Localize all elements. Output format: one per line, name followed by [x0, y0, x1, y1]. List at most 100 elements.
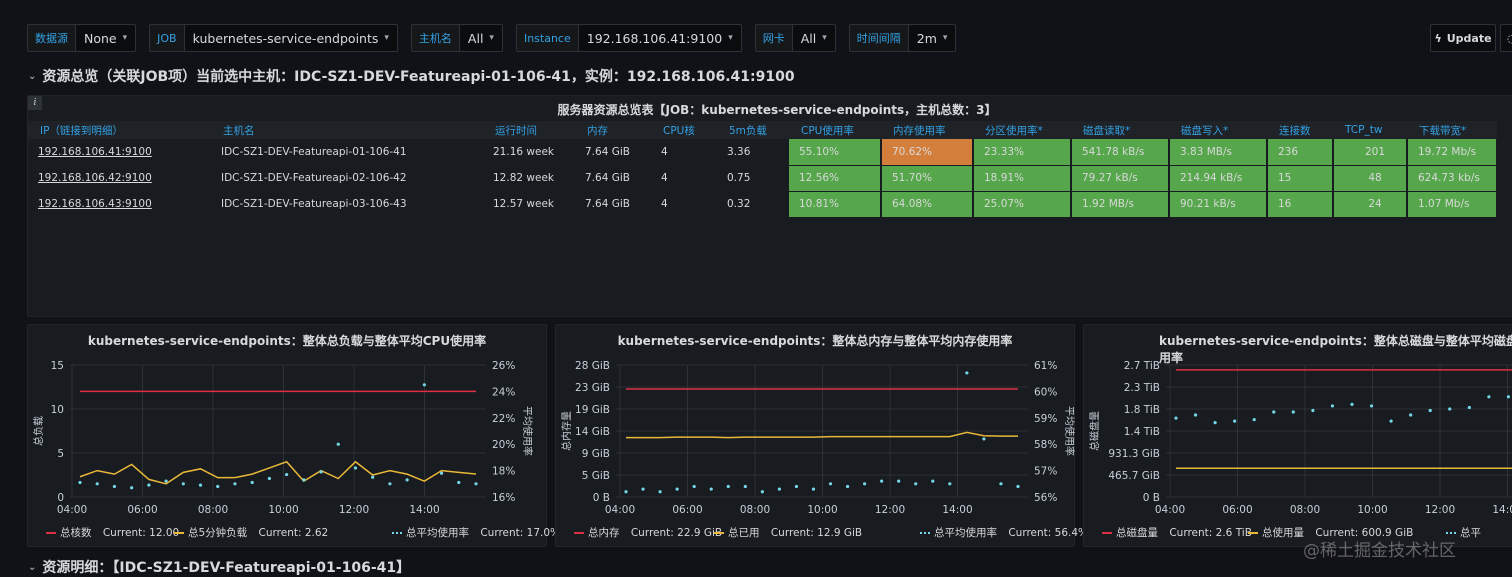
data-point [760, 490, 764, 494]
y2-axis-label: 平均使用率 [521, 406, 534, 456]
y2-axis-label: 平均使用率 [1063, 406, 1076, 456]
legend-item[interactable]: 总磁盘量 Current: 2.6 TiB [1102, 525, 1252, 540]
settings-button[interactable]: ◌ [1500, 24, 1512, 52]
datasource-select[interactable]: None ▾ [76, 24, 137, 52]
interval-select[interactable]: 2m ▾ [908, 24, 957, 52]
info-icon[interactable]: i [28, 96, 42, 110]
column-header[interactable]: 磁盘写入* [1169, 121, 1267, 139]
y2-tick-label: 26% [492, 360, 515, 372]
instance-select[interactable]: 192.168.106.41:9100 ▾ [578, 24, 742, 52]
legend-item[interactable]: 总核数 Current: 12.00 [46, 525, 179, 540]
legend-item[interactable]: 总平均使用率 Current: 56.4% [920, 525, 1088, 540]
chevron-down-icon: ▾ [122, 33, 128, 43]
data-point [371, 475, 375, 479]
cpu-load-chart[interactable]: 15 10 5 0 26% 24% 22% 20% 18% 16% 04:00 06:00 08:00 1… [28, 325, 548, 525]
data-point [267, 476, 271, 481]
table-cell: 3.83 MB/s [1169, 139, 1268, 166]
table-cell: 0.32 [717, 191, 789, 218]
var-job: JOB kubernetes-service-endpoints ▾ [149, 24, 398, 52]
column-header[interactable]: 5m负载 [717, 121, 789, 139]
memory-chart[interactable]: 28 GiB 23 GiB 19 GiB 14 GiB 9 GiB 5 GiB 0 B 61%… [556, 325, 1076, 525]
data-point [1350, 402, 1354, 407]
data-point [112, 484, 117, 489]
data-point [1252, 417, 1256, 422]
y-tick-label: 465.7 GiB [1108, 470, 1160, 482]
panel-title: 服务器资源总览表【JOB：kubernetes-service-endpoint… [557, 103, 997, 117]
update-button[interactable]: ϟ Update [1430, 24, 1496, 52]
table-cell: 4 [651, 139, 717, 166]
table-cell: 1.92 MB/s [1071, 191, 1170, 218]
chevron-down-icon: ⌄ [28, 561, 37, 573]
chevron-down-icon: ⌄ [28, 70, 37, 82]
table-cell: 624.73 kb/s [1407, 165, 1498, 192]
column-header[interactable]: 下载带宽* [1407, 121, 1497, 139]
table-cell: 25.07% [973, 191, 1072, 218]
table-cell: 3.36 [717, 139, 789, 166]
x-tick-label: 10:00 [1357, 504, 1387, 516]
job-select[interactable]: kubernetes-service-endpoints ▾ [184, 24, 398, 52]
data-point [726, 484, 730, 489]
data-point [675, 487, 679, 491]
column-header[interactable]: CPU使用率 [789, 121, 881, 139]
column-header[interactable]: 分区使用率* [973, 121, 1071, 139]
data-point [181, 482, 185, 486]
column-header[interactable]: 运行时间 [483, 121, 575, 139]
table-row: 192.168.106.43:9100 IDC-SZ1-DEV-Featurea… [28, 191, 1498, 218]
chevron-down-icon: ▾ [942, 33, 948, 43]
table-cell: 12.56% [789, 165, 882, 192]
column-header[interactable]: 连接数 [1267, 121, 1333, 139]
x-tick-label: 04:00 [605, 504, 635, 516]
row-header-overview[interactable]: ⌄ 资源总览（关联JOB项）当前选中主机：IDC-SZ1-DEV-Feature… [28, 66, 795, 86]
table-cell: 541.78 kB/s [1071, 139, 1170, 166]
table-cell: 7.64 GiB [575, 139, 651, 166]
legend-item[interactable]: 总平均使用率 Current: 17.0% [392, 525, 560, 540]
column-header[interactable]: 内存使用率 [881, 121, 973, 139]
legend-item[interactable]: 总5分钟负载 Current: 2.62 [174, 525, 328, 540]
y-tick-label: 0 B [593, 492, 610, 504]
data-point [1428, 408, 1432, 413]
hostname-select[interactable]: All ▾ [459, 24, 503, 52]
nic-select[interactable]: All ▾ [792, 24, 836, 52]
ip-link[interactable]: 192.168.106.41:9100 [28, 139, 211, 166]
table-cell: 7.64 GiB [575, 191, 651, 218]
data-point [914, 482, 918, 486]
data-point [1506, 395, 1511, 399]
chart-panel-cpu: kubernetes-service-endpoints：整体总负载与整体平均C… [27, 324, 560, 547]
data-point [1291, 410, 1295, 414]
row-header-detail[interactable]: ⌄ 资源明细：【IDC-SZ1-DEV-Featureapi-01-106-41… [28, 557, 410, 577]
x-tick-label: 14:00 [1492, 504, 1512, 516]
data-point [95, 482, 99, 486]
data-point [1233, 419, 1237, 423]
legend-swatch [1446, 531, 1456, 534]
ip-link[interactable]: 192.168.106.43:9100 [28, 191, 211, 218]
var-label: 主机名 [410, 24, 460, 52]
data-point [78, 480, 82, 485]
var-label: 网卡 [754, 24, 793, 52]
data-point [422, 383, 426, 387]
data-point [216, 484, 220, 489]
legend-item[interactable]: 总内存 Current: 22.9 GiB [574, 525, 722, 540]
column-header[interactable]: 内存 [575, 121, 651, 139]
legend-item[interactable]: 总已用 Current: 12.9 GiB [714, 525, 862, 540]
column-header[interactable]: TCP_tw [1333, 121, 1407, 139]
table-cell: 214.94 kB/s [1169, 165, 1268, 192]
data-point [457, 480, 461, 485]
column-header[interactable]: 主机名 [211, 121, 483, 139]
data-point [1193, 413, 1198, 417]
y2-tick-label: 57% [1034, 466, 1057, 478]
column-header[interactable]: 磁盘读取* [1071, 121, 1169, 139]
table-cell: 48 [1333, 165, 1408, 192]
table-cell: 4 [651, 165, 717, 192]
data-point [1311, 408, 1315, 413]
chart-panel-memory: kubernetes-service-endpoints：整体总内存与整体平均内… [555, 324, 1088, 547]
table-row: 192.168.106.42:9100 IDC-SZ1-DEV-Featurea… [28, 165, 1498, 192]
table-cell: 70.62% [881, 139, 974, 166]
column-header[interactable]: IP（链接到明细） [28, 121, 211, 139]
y-tick-label: 0 [57, 492, 64, 504]
data-point [845, 484, 850, 489]
legend-swatch [1248, 531, 1258, 534]
column-header[interactable]: CPU核 [651, 121, 717, 139]
disk-chart[interactable]: 2.7 TiB 2.3 TiB 1.8 TiB 1.4 TiB 931.3 GiB 465… [1084, 325, 1512, 525]
lightning-icon: ϟ [1434, 31, 1442, 45]
ip-link[interactable]: 192.168.106.42:9100 [28, 165, 211, 192]
